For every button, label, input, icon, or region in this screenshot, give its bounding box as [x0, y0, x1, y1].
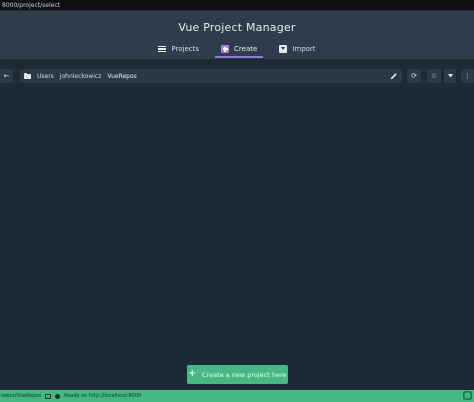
list-icon — [158, 45, 167, 53]
tab-create[interactable]: Create — [215, 41, 264, 58]
breadcrumb[interactable]: Users johnleckowicz VueRepos — [20, 69, 402, 83]
status-dot-icon — [55, 393, 61, 399]
star-icon: ☆ — [430, 72, 438, 80]
app-window: 8000/project/select Vue Project Manager … — [0, 0, 474, 402]
browser-url-bar[interactable]: 8000/project/select — [0, 0, 474, 11]
translate-icon[interactable] — [463, 391, 472, 400]
pencil-icon[interactable] — [390, 72, 398, 80]
tab-projects[interactable]: Projects — [152, 41, 205, 57]
plus-box-icon — [221, 45, 230, 53]
favorite-button[interactable]: ☆ — [427, 69, 441, 83]
breadcrumb-item[interactable]: Users — [37, 73, 54, 80]
import-icon — [279, 45, 288, 53]
create-project-label: Create a new project here — [202, 370, 287, 379]
app-title: Vue Project Manager — [178, 21, 296, 34]
plus-icon: + — [188, 369, 197, 379]
more-button[interactable]: ⋮ — [461, 69, 474, 83]
breadcrumb-item-current[interactable]: VueRepos — [107, 73, 136, 80]
arrow-left-icon: ← — [3, 72, 10, 80]
more-vertical-icon: ⋮ — [464, 72, 471, 80]
folder-icon — [24, 72, 31, 79]
tab-import-label: Import — [292, 45, 316, 53]
favorites-dropdown-button[interactable] — [444, 69, 456, 83]
status-cwd[interactable]: owicz/VueRepos — [1, 393, 41, 399]
tab-projects-label: Projects — [171, 45, 200, 53]
url-text: 8000/project/select — [2, 2, 60, 9]
terminal-icon[interactable] — [45, 393, 52, 399]
folder-toolbar: ← Users johnleckowicz VueRepos ⟳ ☆ ⋮ — [0, 69, 474, 83]
back-button[interactable]: ← — [0, 69, 13, 83]
app-header: Vue Project Manager Projects Create Impo… — [0, 11, 474, 59]
tab-create-label: Create — [234, 45, 258, 53]
tab-import[interactable]: Import — [273, 41, 321, 57]
main-tabs: Projects Create Import — [0, 41, 474, 59]
status-bar: owicz/VueRepos Ready on http://localhost… — [0, 390, 474, 402]
refresh-icon: ⟳ — [411, 72, 417, 80]
refresh-button[interactable]: ⟳ — [407, 69, 421, 83]
status-message: Ready on http://localhost:8000 — [64, 393, 142, 399]
create-project-button[interactable]: + Create a new project here — [187, 365, 288, 384]
breadcrumb-item[interactable]: johnleckowicz — [60, 73, 102, 80]
chevron-down-icon — [447, 74, 453, 78]
